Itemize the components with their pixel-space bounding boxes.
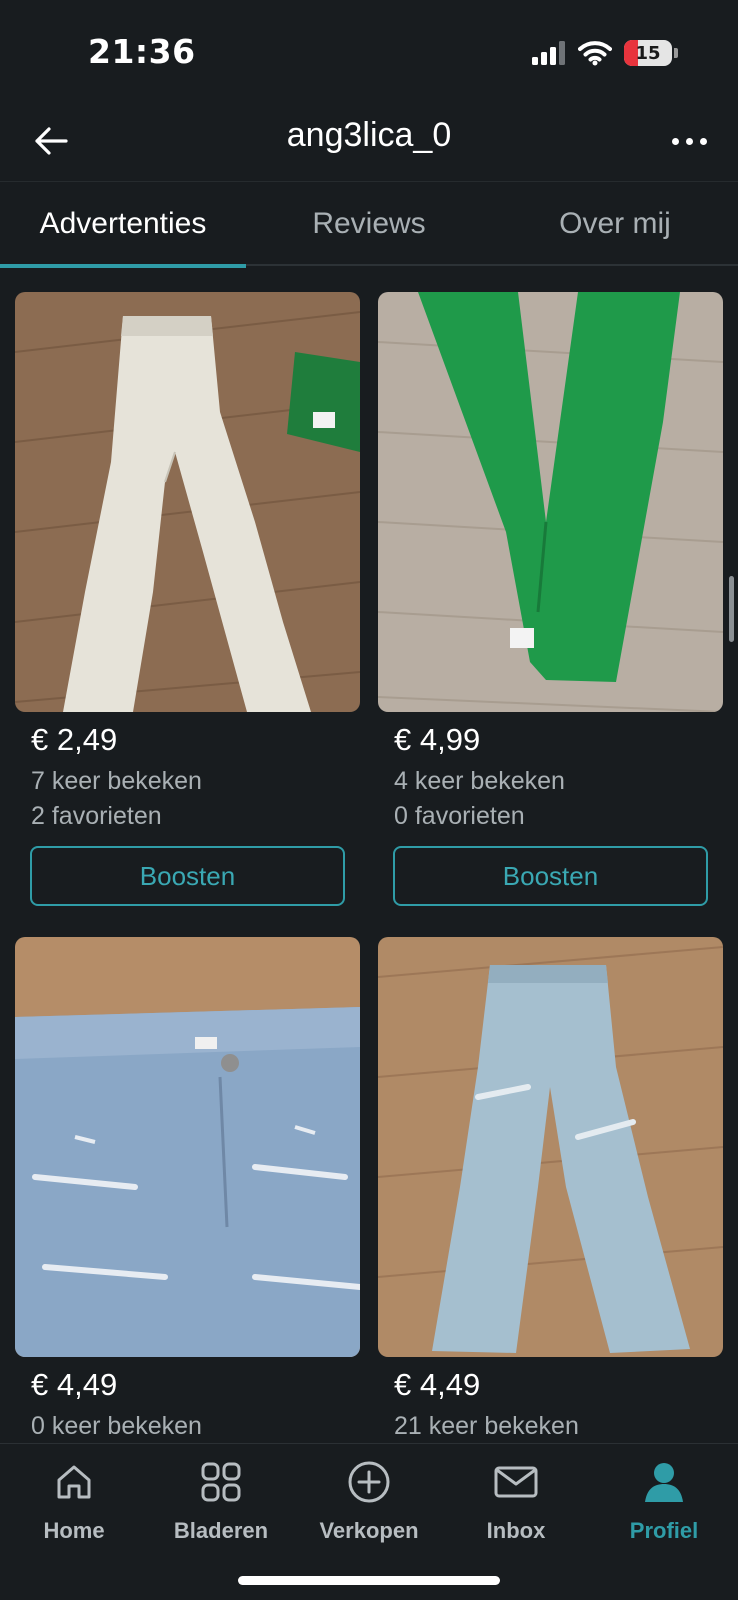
battery-icon: 15 bbox=[624, 40, 672, 66]
profile-tabs: Advertenties Reviews Over mij bbox=[0, 182, 738, 268]
plus-circle-icon bbox=[345, 1458, 393, 1506]
listing-favorites: 0 favorieten bbox=[394, 802, 525, 830]
boost-button[interactable]: Boosten bbox=[393, 846, 708, 906]
listing-views: 7 keer bekeken bbox=[31, 767, 202, 795]
listing-photo-image bbox=[378, 937, 723, 1357]
battery-tip bbox=[674, 48, 678, 58]
wifi-icon bbox=[578, 41, 612, 66]
listing-photo[interactable] bbox=[15, 292, 360, 712]
listing-price: € 4,49 bbox=[31, 1367, 118, 1402]
person-icon bbox=[640, 1458, 688, 1506]
listing-photo-image bbox=[15, 937, 360, 1357]
status-time: 21:36 bbox=[88, 32, 196, 71]
nav-profiel-label: Profiel bbox=[629, 1518, 699, 1543]
nav-inbox-label: Inbox bbox=[486, 1518, 546, 1543]
status-bar: 21:36 15 bbox=[0, 0, 738, 100]
listing-price: € 4,49 bbox=[394, 1367, 481, 1402]
more-dot-icon bbox=[699, 137, 707, 145]
listing-photo[interactable] bbox=[15, 937, 360, 1357]
listing-views: 21 keer bekeken bbox=[394, 1412, 579, 1440]
grid-icon bbox=[197, 1458, 245, 1506]
listing-card: € 2,49 7 keer bekeken 2 favorieten Boost… bbox=[15, 292, 360, 906]
listing-card: € 4,49 0 keer bekeken bbox=[15, 937, 360, 1444]
more-options-button[interactable] bbox=[662, 116, 716, 166]
page-title: ang3lica_0 bbox=[286, 116, 452, 154]
nav-bladeren-label: Bladeren bbox=[173, 1518, 269, 1543]
listing-photo-image bbox=[15, 292, 360, 712]
nav-verkopen-label: Verkopen bbox=[319, 1518, 419, 1543]
nav-home-label: Home bbox=[43, 1518, 105, 1543]
listing-photo[interactable] bbox=[378, 292, 723, 712]
home-icon bbox=[50, 1458, 98, 1506]
tab-over-mij[interactable]: Over mij bbox=[492, 182, 738, 266]
profile-header: ang3lica_0 bbox=[0, 100, 738, 182]
nav-home[interactable]: Home bbox=[0, 1458, 148, 1544]
listing-card: € 4,49 21 keer bekeken bbox=[378, 937, 723, 1444]
listing-photo-image bbox=[378, 292, 723, 712]
tab-advertenties[interactable]: Advertenties bbox=[0, 182, 246, 268]
listing-price: € 2,49 bbox=[31, 722, 118, 757]
nav-inbox[interactable]: Inbox bbox=[442, 1458, 590, 1544]
status-icons: 15 bbox=[532, 40, 678, 66]
listing-favorites: 2 favorieten bbox=[31, 802, 162, 830]
nav-profiel[interactable]: Profiel bbox=[590, 1458, 738, 1544]
more-dot-icon bbox=[671, 137, 679, 145]
tab-reviews[interactable]: Reviews bbox=[246, 182, 492, 266]
home-indicator bbox=[238, 1576, 500, 1585]
battery-level: 15 bbox=[635, 42, 661, 64]
listing-price: € 4,99 bbox=[394, 722, 481, 757]
listing-photo[interactable] bbox=[378, 937, 723, 1357]
envelope-icon bbox=[492, 1458, 540, 1506]
boost-button[interactable]: Boosten bbox=[30, 846, 345, 906]
listing-views: 0 keer bekeken bbox=[31, 1412, 202, 1440]
nav-verkopen[interactable]: Verkopen bbox=[295, 1458, 443, 1544]
listing-views: 4 keer bekeken bbox=[394, 767, 565, 795]
scrollbar[interactable] bbox=[729, 576, 734, 642]
more-dot-icon bbox=[685, 137, 693, 145]
nav-bladeren[interactable]: Bladeren bbox=[147, 1458, 295, 1544]
cellular-signal-icon bbox=[532, 41, 565, 65]
listing-card: € 4,99 4 keer bekeken 0 favorieten Boost… bbox=[378, 292, 723, 906]
